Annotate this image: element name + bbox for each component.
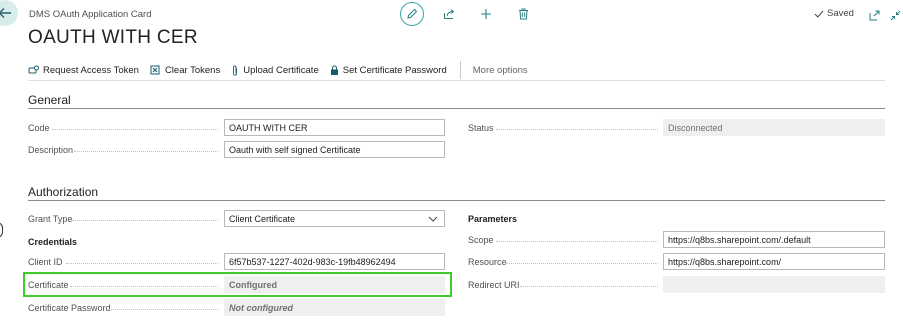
description-field[interactable]: Oauth with self signed Certificate <box>224 141 445 158</box>
general-divider <box>28 108 885 109</box>
share-button[interactable] <box>437 2 461 26</box>
client-id-label: Client ID <box>28 257 63 267</box>
lock-icon <box>330 64 338 75</box>
action-bar-divider <box>28 80 885 81</box>
scope-field[interactable]: https://q8bs.sharepoint.com/.default <box>663 231 885 248</box>
scope-label: Scope <box>468 235 494 245</box>
dotted-leader <box>72 220 218 221</box>
dotted-leader <box>506 263 658 264</box>
open-in-new-window-icon <box>869 10 880 21</box>
open-new-window-button[interactable] <box>869 8 880 26</box>
collapse-button[interactable] <box>890 8 901 26</box>
edge-fragment <box>0 222 3 238</box>
set-certificate-password-button[interactable]: Set Certificate Password <box>330 65 447 76</box>
top-actions <box>400 2 548 26</box>
dotted-leader <box>52 129 218 130</box>
dotted-leader <box>74 151 218 152</box>
page-title: OAUTH WITH CER <box>28 27 198 48</box>
plus-icon <box>481 9 491 19</box>
collapse-icon <box>890 10 901 21</box>
action-separator <box>459 61 461 79</box>
authorization-divider <box>28 200 885 201</box>
redirect-uri-field <box>663 276 885 293</box>
certificate-password-field[interactable]: Not configured <box>224 299 445 316</box>
redirect-uri-label: Redirect URI <box>468 280 520 290</box>
share-icon <box>444 9 455 19</box>
clear-tokens-label: Clear Tokens <box>164 64 221 76</box>
clear-tokens-button[interactable]: Clear Tokens <box>150 65 220 76</box>
page-caption: DMS OAuth Application Card <box>29 9 152 20</box>
delete-button[interactable] <box>511 2 535 26</box>
credentials-label: Credentials <box>28 237 78 247</box>
set-certificate-password-label: Set Certificate Password <box>342 64 447 76</box>
general-heading: General <box>28 93 71 107</box>
dotted-leader <box>66 263 218 264</box>
resource-field[interactable]: https://q8bs.sharepoint.com/ <box>663 253 885 270</box>
new-button[interactable] <box>474 2 498 26</box>
paperclip-icon <box>233 65 238 76</box>
code-field[interactable]: OAUTH WITH CER <box>224 119 445 136</box>
grant-type-value: Client Certificate <box>229 213 296 224</box>
request-access-token-label: Request Access Token <box>43 64 139 76</box>
request-access-token-button[interactable]: Request Access Token <box>28 65 139 76</box>
certificate-password-label: Certificate Password <box>28 303 111 313</box>
grant-type-select[interactable]: Client Certificate <box>224 210 445 227</box>
status-field: Disconnected <box>663 119 885 136</box>
edit-button[interactable] <box>400 2 424 26</box>
trash-icon <box>518 8 528 20</box>
more-options-button[interactable]: More options <box>473 65 528 76</box>
certificate-highlight-box <box>23 272 452 297</box>
arrow-left-icon <box>0 8 11 18</box>
parameters-label: Parameters <box>468 214 518 224</box>
chevron-down-icon <box>428 216 438 222</box>
dotted-leader <box>520 286 658 287</box>
dotted-leader <box>108 309 218 310</box>
pencil-icon <box>407 8 418 19</box>
grant-type-label: Grant Type <box>28 214 73 224</box>
dotted-leader <box>496 129 658 130</box>
key-car-icon <box>28 65 39 74</box>
authorization-heading: Authorization <box>28 185 99 199</box>
description-label: Description <box>28 145 74 155</box>
dotted-leader <box>496 241 658 242</box>
saved-label: Saved <box>827 8 854 19</box>
code-label: Code <box>28 123 50 133</box>
client-id-field[interactable]: 6f57b537-1227-402d-983c-19fb48962494 <box>224 253 445 270</box>
upload-certificate-label: Upload Certificate <box>243 64 319 76</box>
checkmark-icon <box>814 10 824 18</box>
clear-icon <box>150 65 160 75</box>
action-bar: Request Access Token Clear Tokens Upload… <box>28 59 885 81</box>
upload-certificate-button[interactable]: Upload Certificate <box>231 65 319 76</box>
back-button[interactable] <box>0 0 18 26</box>
resource-label: Resource <box>468 257 507 267</box>
status-label: Status <box>468 123 494 133</box>
saved-status: Saved <box>814 8 854 19</box>
